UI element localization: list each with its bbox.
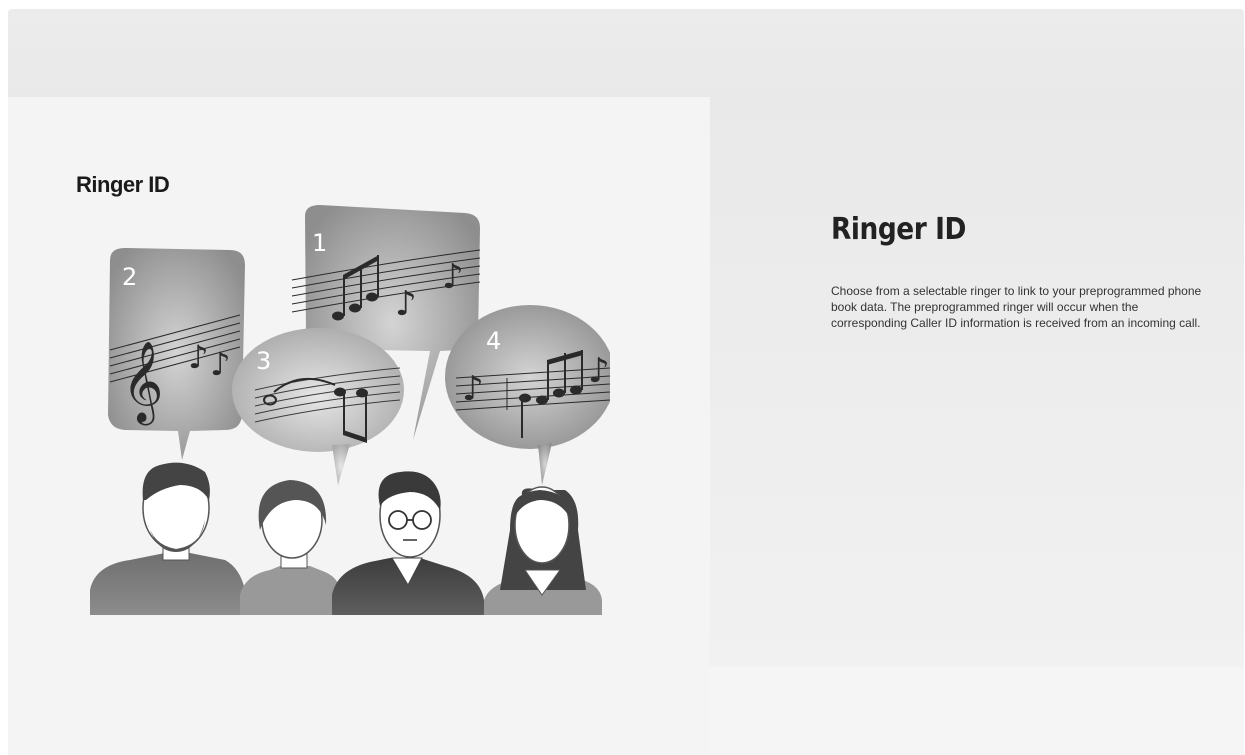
feature-description: Choose from a selectable ringer to link … <box>831 284 1202 330</box>
description-panel <box>710 97 1244 667</box>
speech-bubble-4: 4 ♪ ♪ <box>445 305 610 485</box>
eighth-note-icon: ♪ <box>188 338 208 376</box>
person-3-avatar <box>332 471 484 615</box>
speech-bubble-2: 2 𝄞 ♪ ♪ <box>108 248 245 460</box>
feature-title: Ringer ID <box>831 212 966 247</box>
eighth-note-icon: ♪ <box>395 284 417 324</box>
eighth-note-icon: ♪ <box>442 257 464 297</box>
bubble-number-2: 2 <box>122 263 137 291</box>
person-4-avatar <box>484 486 602 615</box>
eighth-note-icon: ♪ <box>210 345 230 383</box>
ringer-id-illustration: 2 𝄞 ♪ ♪ 1 ♪ ♪ 3 4 ♪ ♪ <box>90 205 610 615</box>
description-panel-footer <box>710 667 1244 755</box>
bubble-number-4: 4 <box>486 327 501 355</box>
bubble-number-1: 1 <box>312 229 327 257</box>
person-1-avatar <box>90 462 245 615</box>
eighth-note-icon: ♪ <box>462 369 484 409</box>
speech-bubble-3: 3 <box>232 328 404 485</box>
illustration-title: Ringer ID <box>76 172 170 197</box>
eighth-note-icon: ♪ <box>588 351 610 391</box>
person-2-avatar <box>240 480 343 615</box>
bubble-number-3: 3 <box>256 347 271 375</box>
top-band <box>8 9 1244 97</box>
treble-clef-icon: 𝄞 <box>122 340 163 425</box>
